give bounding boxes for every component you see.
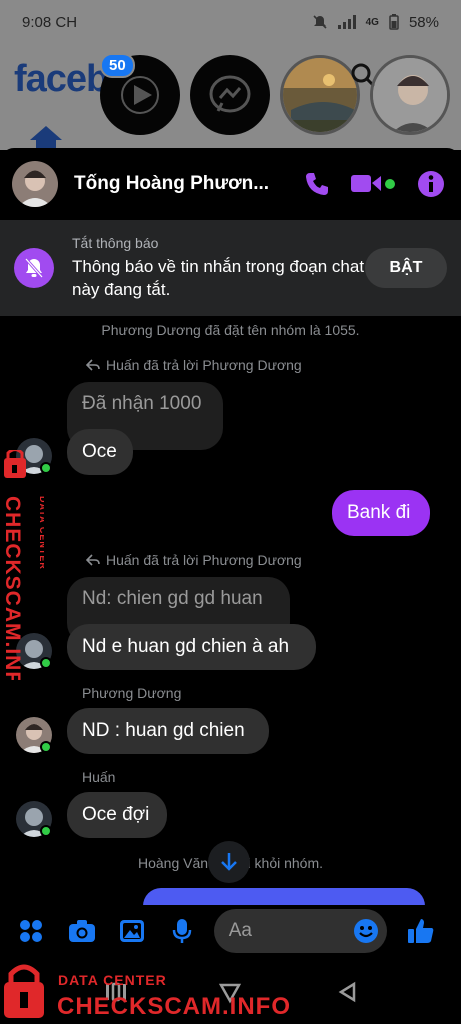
- microphone-icon: [172, 919, 192, 943]
- reply-note: Huấn đã trả lời Phương Dương: [86, 552, 302, 568]
- like-button[interactable]: [401, 910, 442, 952]
- emoji-icon[interactable]: [353, 918, 379, 944]
- notification-badge: 50: [100, 53, 135, 78]
- contact-name[interactable]: Tống Hoàng Phươn...: [74, 173, 285, 195]
- incoming-message[interactable]: ND : huan gd chien: [67, 708, 269, 754]
- phone-icon: [306, 173, 328, 195]
- outgoing-message[interactable]: Bank đi: [332, 490, 430, 536]
- image-icon: [119, 920, 144, 942]
- online-indicator: [40, 741, 52, 753]
- info-button[interactable]: [413, 166, 449, 202]
- call-button[interactable]: [299, 166, 335, 202]
- messenger-bubble: [190, 55, 270, 135]
- play-icon: [121, 76, 159, 114]
- scroll-down-button[interactable]: [208, 841, 250, 883]
- messenger-icon: [209, 75, 251, 113]
- watermark-label-top: DATA CENTER: [38, 496, 44, 570]
- back-nav-icon[interactable]: [336, 980, 360, 1004]
- gallery-button[interactable]: [111, 910, 152, 952]
- unmute-button[interactable]: BẬT: [365, 248, 447, 288]
- sender-name: Huấn: [82, 769, 116, 785]
- camera-button[interactable]: [61, 910, 102, 952]
- status-bar: 9:08 CH 4G 58%: [0, 0, 461, 44]
- mute-status-icon: [313, 15, 327, 29]
- reply-arrow-icon: [86, 359, 100, 371]
- sender-name: Phương Dương: [82, 685, 182, 701]
- network-type: 4G: [365, 16, 379, 28]
- video-camera-icon: [351, 175, 395, 192]
- facebook-logo: faceb: [14, 58, 109, 100]
- voice-button[interactable]: [162, 910, 203, 952]
- message-input-placeholder: Aa: [228, 920, 252, 941]
- home-icon: [30, 126, 62, 148]
- camera-icon: [68, 920, 95, 942]
- story-photo-person: [370, 55, 450, 135]
- incoming-message[interactable]: Oce đợi: [67, 792, 167, 838]
- apps-icon: [19, 920, 42, 942]
- status-time: 9:08 CH: [22, 13, 78, 31]
- watermark-label-main: CHECKSCAM.INFO: [57, 993, 291, 1020]
- system-message-rename: Phương Dương đã đặt tên nhóm là 1055.: [101, 322, 360, 338]
- background-feed: 9:08 CH 4G 58% faceb 50: [0, 0, 461, 150]
- watermark-label-top: DATA CENTER: [58, 972, 167, 988]
- battery-icon: [389, 14, 399, 30]
- watermark-label-main: CHECKSCAM.INFO: [1, 496, 24, 680]
- apps-button[interactable]: [10, 910, 51, 952]
- message-composer: Aa: [0, 905, 461, 957]
- mute-banner-title: Tắt thông báo: [72, 235, 159, 251]
- mute-banner: Tắt thông báo Thông báo về tin nhắn tron…: [0, 220, 461, 316]
- muted-bell-icon: [14, 248, 54, 288]
- info-icon: [418, 171, 444, 197]
- story-photo-car: [280, 55, 360, 135]
- incoming-message[interactable]: Nd e huan gd chien à ah: [67, 624, 316, 670]
- contact-avatar[interactable]: [12, 161, 58, 207]
- chat-header: Tống Hoàng Phươn...: [0, 148, 461, 220]
- incoming-message[interactable]: Oce: [67, 429, 133, 475]
- reply-arrow-icon: [86, 554, 100, 566]
- battery-level: 58%: [408, 13, 439, 31]
- thumbs-up-icon: [408, 919, 434, 943]
- mute-banner-body: Thông báo về tin nhắn trong đoạn chat nà…: [72, 257, 365, 299]
- video-call-button[interactable]: [349, 166, 399, 202]
- online-indicator: [40, 825, 52, 837]
- watermark-horizontal: DATA CENTER CHECKSCAM.INFO: [2, 962, 302, 1022]
- chat-sheet: Tống Hoàng Phươn... Tắt thông báo Thông …: [0, 148, 461, 1024]
- signal-icon: [337, 15, 356, 29]
- watermark-vertical: DATA CENTER CHECKSCAM.INFO: [0, 448, 48, 703]
- reply-note: Huấn đã trả lời Phương Dương: [86, 357, 302, 373]
- message-input[interactable]: Aa: [213, 909, 387, 953]
- arrow-down-icon: [221, 853, 237, 871]
